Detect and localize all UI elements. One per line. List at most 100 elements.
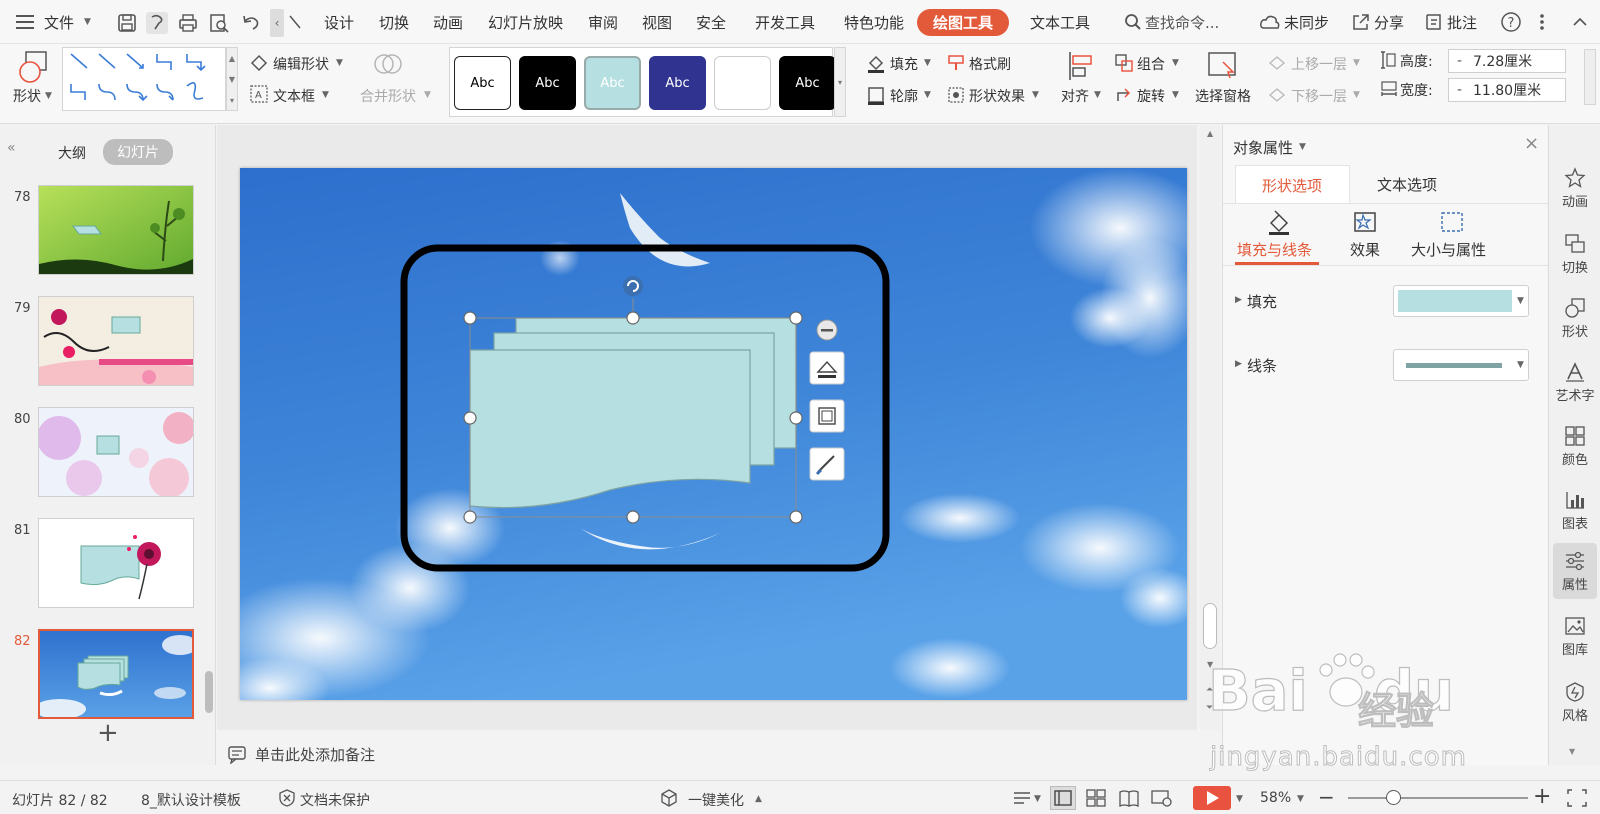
textbox-button[interactable]: 文本框 xyxy=(273,86,315,106)
chevron-down-icon[interactable]: ▼ xyxy=(322,90,329,100)
print-preview-icon[interactable] xyxy=(208,12,230,34)
slide-thumbnail-78[interactable] xyxy=(38,185,194,275)
sidebar-item-gallery[interactable]: 图库 xyxy=(1549,615,1600,658)
style-gallery-expand[interactable]: ▾ xyxy=(834,47,846,117)
format-painter-icon[interactable] xyxy=(146,12,168,34)
style-black-2[interactable]: Abc xyxy=(779,56,836,110)
fill-color-select[interactable]: ▼ xyxy=(1393,285,1529,317)
zoom-level[interactable]: 58% xyxy=(1260,790,1291,806)
tab-outline[interactable]: 大纲 xyxy=(58,143,86,163)
width-input[interactable]: -11.80厘米 xyxy=(1448,78,1566,102)
shape-icon[interactable] xyxy=(16,50,52,84)
edit-shape-button[interactable]: 编辑形状 xyxy=(273,54,329,74)
search-icon[interactable] xyxy=(1124,13,1142,31)
style-light-teal[interactable]: Abc xyxy=(584,56,641,110)
add-slide-button[interactable]: + xyxy=(97,718,119,748)
chevron-down-icon[interactable]: ▼ xyxy=(924,90,931,100)
expand-arrow-icon[interactable]: ▶ xyxy=(1235,359,1242,369)
chevron-down-icon[interactable]: ▼ xyxy=(1517,360,1524,370)
collapse-ribbon-icon[interactable] xyxy=(1570,12,1590,32)
search-input[interactable]: 查找命令... xyxy=(1145,12,1219,33)
sidebar-item-shape[interactable]: 形状 xyxy=(1549,297,1600,340)
comment-icon[interactable] xyxy=(1424,12,1444,32)
effect-icon[interactable] xyxy=(1351,209,1379,235)
rotate-icon[interactable] xyxy=(1114,85,1134,105)
ribbon-scroll[interactable] xyxy=(1584,49,1596,105)
chevron-up-icon[interactable]: ▲ xyxy=(755,794,762,804)
tab-security[interactable]: 安全 xyxy=(696,12,726,33)
sidebar-item-wordart[interactable]: 艺术字 xyxy=(1549,361,1600,404)
tab-drawing-tools[interactable]: 绘图工具 xyxy=(917,9,1010,36)
sidebar-item-style[interactable]: 风格 xyxy=(1549,681,1600,724)
line-style-select[interactable]: ▼ xyxy=(1393,349,1529,381)
shape-gallery[interactable] xyxy=(62,47,226,111)
height-decrement[interactable]: - xyxy=(1457,53,1473,69)
shape-style-gallery[interactable]: Abc Abc Abc Abc Abc xyxy=(449,47,836,117)
slide-canvas[interactable] xyxy=(240,168,1187,700)
subtab-size-property[interactable]: 大小与属性 xyxy=(1411,239,1486,260)
sidebar-item-animation[interactable]: 动画 xyxy=(1549,167,1600,210)
shape-effect-icon[interactable] xyxy=(946,85,966,105)
panel-scrollbar[interactable] xyxy=(205,671,213,713)
rotate-button[interactable]: 旋转 xyxy=(1137,86,1165,106)
slide-thumbnail-82[interactable] xyxy=(38,629,194,719)
chevron-down-icon[interactable]: ▼ xyxy=(1236,794,1243,804)
select-pane-button[interactable]: 选择窗格 xyxy=(1195,86,1251,106)
hamburger-icon[interactable] xyxy=(16,13,36,31)
chevron-down-icon[interactable]: ▼ xyxy=(45,91,52,101)
format-brush-icon[interactable] xyxy=(946,53,966,73)
group-icon[interactable] xyxy=(1114,53,1134,73)
share-icon[interactable] xyxy=(1351,12,1371,32)
chevron-down-icon[interactable]: ▼ xyxy=(1569,747,1575,756)
sidebar-item-color[interactable]: 颜色 xyxy=(1549,425,1600,468)
line-tool-icon[interactable] xyxy=(288,14,302,30)
style-white-outline[interactable]: Abc xyxy=(454,56,511,110)
chevron-down-icon[interactable]: ▼ xyxy=(84,17,91,27)
style-navy[interactable]: Abc xyxy=(649,56,706,110)
help-icon[interactable]: ? xyxy=(1500,11,1522,33)
zoom-slider-track[interactable] xyxy=(1348,797,1528,799)
beautify-button[interactable]: 一键美化 xyxy=(688,790,744,810)
align-button[interactable]: 对齐 xyxy=(1061,86,1089,106)
chevron-down-icon[interactable]: ▼ xyxy=(1034,794,1041,804)
print-icon[interactable] xyxy=(177,12,199,34)
fill-bucket-icon[interactable] xyxy=(866,53,886,73)
height-input[interactable]: -7.28厘米 xyxy=(1448,49,1566,73)
tab-review[interactable]: 审阅 xyxy=(588,12,618,33)
chevron-down-icon[interactable]: ▼ xyxy=(1172,90,1179,100)
zoom-in-button[interactable]: + xyxy=(1533,784,1551,809)
chevron-down-icon[interactable]: ▼ xyxy=(1517,296,1524,306)
collapse-panel-icon[interactable]: « xyxy=(7,140,16,156)
line-label[interactable]: 线条 xyxy=(1247,355,1277,376)
select-pane-icon[interactable] xyxy=(1206,50,1240,82)
normal-view-icon[interactable] xyxy=(1050,786,1076,810)
textbox-icon[interactable]: A xyxy=(250,85,268,103)
tab-shape-options[interactable]: 形状选项 xyxy=(1235,165,1350,203)
fill-line-icon[interactable] xyxy=(1265,209,1293,235)
chevron-down-icon[interactable]: ▼ xyxy=(1297,794,1304,804)
tab-developer[interactable]: 开发工具 xyxy=(755,12,815,33)
outline-icon[interactable] xyxy=(866,85,886,105)
chevron-down-icon[interactable]: ▼ xyxy=(924,58,931,68)
fit-window-icon[interactable] xyxy=(1566,788,1588,808)
edit-shape-icon[interactable] xyxy=(250,54,268,72)
scroll-left-icon[interactable]: ‹ xyxy=(270,9,284,37)
tab-design[interactable]: 设计 xyxy=(324,12,354,33)
shape-effect-button[interactable]: 形状效果 xyxy=(969,86,1025,106)
slide-thumbnail-81[interactable] xyxy=(38,518,194,608)
sidebar-item-transition[interactable]: 切换 xyxy=(1549,233,1600,276)
slide-thumbnail-79[interactable] xyxy=(38,296,194,386)
close-icon[interactable]: × xyxy=(1524,133,1539,154)
chevron-up-icon[interactable]: ▲ xyxy=(1207,129,1213,138)
menu-file[interactable]: 文件 xyxy=(44,12,74,33)
sidebar-item-properties[interactable]: 属性 xyxy=(1549,550,1600,593)
style-blank[interactable] xyxy=(714,56,771,110)
tab-animation[interactable]: 动画 xyxy=(433,12,463,33)
play-slideshow-button[interactable] xyxy=(1193,786,1231,810)
reading-view-icon[interactable] xyxy=(1118,788,1140,808)
more-icon[interactable] xyxy=(1536,12,1548,32)
chevron-down-icon[interactable]: ▼ xyxy=(336,58,343,68)
zoom-out-button[interactable]: − xyxy=(1318,785,1335,809)
shape-button[interactable]: 形状 xyxy=(13,86,41,106)
cloud-sync-icon[interactable] xyxy=(1259,12,1281,32)
